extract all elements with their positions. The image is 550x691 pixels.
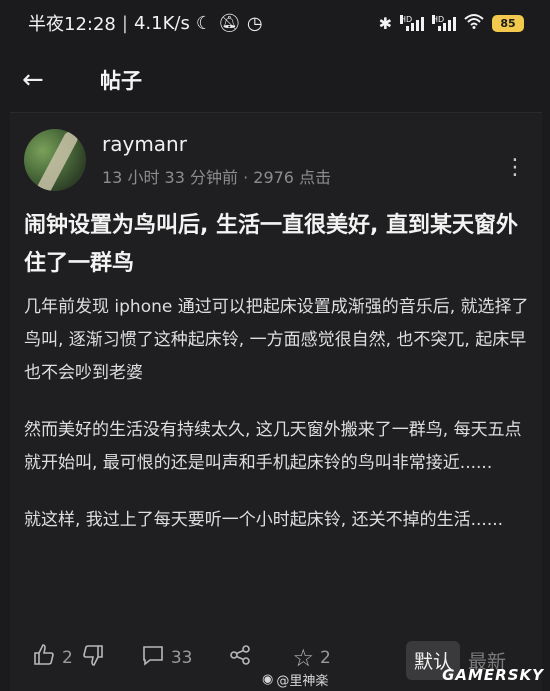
weibo-icon: ◉ — [262, 672, 274, 687]
author-info: raymanr 13 小时 33 分钟前 · 2976 点击 — [102, 132, 331, 188]
moon-icon: ☾ — [195, 12, 212, 34]
signal-icon-1: HD — [400, 15, 424, 31]
status-separator: | — [121, 12, 128, 34]
post-paragraph: 几年前发现 iphone 通过可以把起床设置成渐强的音乐后, 就选择了鸟叫, 逐… — [24, 297, 529, 383]
meta-dot: · — [243, 168, 249, 187]
weibo-handle: @里神楽 — [276, 674, 329, 689]
status-right: ✱ HD HD 85 — [379, 13, 524, 33]
star-count: 2 — [319, 648, 331, 668]
star-button[interactable]: ☆ 2 — [292, 644, 330, 672]
author-name[interactable]: raymanr — [102, 132, 331, 156]
dislike-button[interactable] — [81, 643, 105, 673]
back-arrow-icon[interactable]: ← — [22, 65, 62, 95]
app-bar: ← 帖子 — [0, 56, 550, 104]
battery-indicator: 85 — [492, 14, 524, 32]
page-title: 帖子 — [100, 69, 142, 93]
bluetooth-icon: ✱ — [378, 13, 392, 33]
more-options-icon[interactable]: ⋮ — [504, 155, 526, 180]
post-title: 闹钟设置为鸟叫后, 生活一直很美好, 直到某天窗外住了一群鸟 — [24, 213, 519, 276]
post-body: 几年前发现 iphone 通过可以把起床设置成渐强的音乐后, 就选择了鸟叫, 逐… — [24, 291, 530, 561]
post-paragraph: 就这样, 我过上了每天要听一个小时起床铃, 还关不掉的生活...... — [24, 510, 504, 530]
share-button[interactable] — [228, 643, 252, 673]
thumbs-up-icon — [32, 643, 56, 673]
like-button[interactable]: 2 — [32, 643, 73, 673]
weibo-watermark: ◉ @里神楽 — [262, 670, 328, 689]
status-time: 半夜12:28 — [28, 14, 116, 35]
comment-count: 33 — [170, 648, 193, 668]
post-card: raymanr 13 小时 33 分钟前 · 2976 点击 ⋮ 闹钟设置为鸟叫… — [10, 112, 542, 691]
clock-icon: ◷ — [246, 12, 263, 34]
author-row: raymanr 13 小时 33 分钟前 · 2976 点击 — [24, 129, 331, 191]
thumbs-down-icon — [81, 643, 105, 673]
like-count: 2 — [62, 648, 73, 668]
status-left: 半夜12:28 | 4.1K/s ☾ 🔕︎ ◷ — [28, 10, 263, 36]
wifi-icon — [464, 13, 484, 33]
share-icon — [228, 643, 252, 673]
post-meta: 13 小时 33 分钟前 · 2976 点击 — [102, 164, 331, 188]
post-paragraph: 然而美好的生活没有持续太久, 这几天窗外搬来了一群鸟, 每天五点就开始叫, 最可… — [24, 420, 522, 473]
post-clicks: 2976 点击 — [253, 168, 332, 187]
star-icon: ☆ — [292, 644, 314, 672]
avatar[interactable] — [24, 129, 86, 191]
bell-off-icon: 🔕︎ — [217, 12, 241, 34]
signal-icon-2: HD — [432, 15, 456, 31]
status-bar: 半夜12:28 | 4.1K/s ☾ 🔕︎ ◷ ✱ HD HD 85 — [0, 0, 550, 46]
post-time: 13 小时 33 分钟前 — [102, 168, 238, 187]
comment-icon — [141, 643, 165, 673]
comment-button[interactable]: 33 — [141, 643, 193, 673]
site-watermark: GAMERSKY — [442, 666, 544, 684]
net-speed: 4.1K/s — [133, 12, 190, 34]
